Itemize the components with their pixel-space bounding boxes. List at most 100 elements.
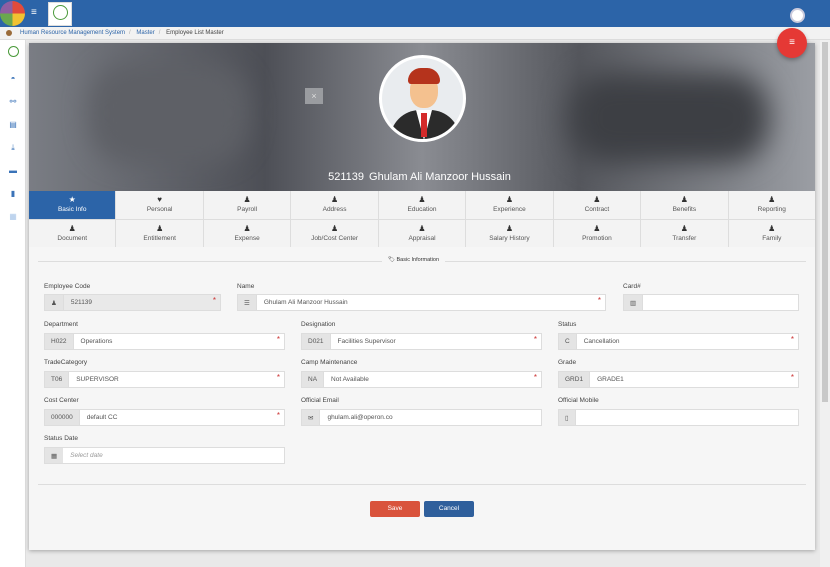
tab-label: Transfer <box>672 234 697 242</box>
designation-code: D021 <box>302 334 331 349</box>
share-icon[interactable]: ⚯ <box>8 98 18 106</box>
tab-label: Personal <box>146 206 173 213</box>
status-date-field[interactable]: ▦ Select date <box>44 447 285 464</box>
tab-label: Experience <box>493 206 526 213</box>
user-icon: ♟ <box>68 223 76 233</box>
top-bar <box>0 0 830 27</box>
heart-icon: ♥ <box>157 195 163 204</box>
name-value: Ghulam Ali Manzoor Hussain <box>263 299 348 306</box>
user-icon: ♟ <box>330 195 339 204</box>
camp-maintenance-field[interactable]: NA Not Available * <box>301 371 542 388</box>
barcode-icon: ▥ <box>624 295 644 310</box>
tab-transfer[interactable]: ♟ Transfer <box>641 219 728 247</box>
mobile-icon: ▯ <box>559 410 576 425</box>
user-icon: ♟ <box>418 195 426 204</box>
breadcrumb: Human Resource Management System / Master… <box>0 27 830 40</box>
official-mobile-field[interactable]: ▯ <box>558 409 799 426</box>
trade-category-value: SUPERVISOR <box>76 376 119 383</box>
tab-appraisal[interactable]: ♟ Appraisal <box>378 219 466 247</box>
grid-icon[interactable]: ▦ <box>8 213 18 221</box>
section-title-text: Basic Information <box>396 257 440 263</box>
menu-icon[interactable]: ≡ <box>777 28 807 58</box>
official-email-value: ghulam.ali@operon.co <box>327 414 393 421</box>
download-icon[interactable]: ⤓ <box>8 144 18 152</box>
tab-label: Address <box>322 206 347 213</box>
employee-code-value: 521139 <box>70 299 93 306</box>
tab-reporting[interactable]: ♟ Reporting <box>728 191 815 219</box>
breadcrumb-master[interactable]: Master <box>136 30 154 36</box>
tab-label: Payroll <box>237 206 258 213</box>
cancel-button[interactable]: Cancel <box>424 501 474 517</box>
tab-family[interactable]: ♟ Family <box>728 219 815 247</box>
tab-contract[interactable]: ♟ Contract <box>553 191 641 219</box>
scrollbar[interactable] <box>820 40 830 567</box>
employee-code-field[interactable]: ♟ 521139 * <box>44 294 221 311</box>
cost-center-code: 000000 <box>45 410 80 425</box>
user-icon: ♟ <box>243 223 251 233</box>
tab-payroll[interactable]: ♟ Payroll <box>203 191 291 219</box>
cost-center-value: default CC <box>86 414 118 421</box>
user-icon: ♟ <box>593 223 601 233</box>
app-logo[interactable] <box>0 1 25 26</box>
trade-category-field[interactable]: T06 SUPERVISOR * <box>44 371 285 388</box>
tab-document[interactable]: ♟ Document <box>29 219 116 247</box>
user-circle-icon[interactable] <box>790 8 805 23</box>
card-icon[interactable]: ▬ <box>8 167 18 175</box>
tab-job-cost-center[interactable]: ♟ Job/Cost Center <box>291 219 378 247</box>
department-field[interactable]: H022 Operations * <box>44 333 285 350</box>
hamburger-icon[interactable]: ≡ <box>31 8 41 18</box>
close-icon[interactable]: × <box>305 88 323 104</box>
trade-category-label: TradeCategory <box>44 359 88 366</box>
user-icon: ♟ <box>418 223 426 233</box>
file-icon[interactable]: ▮ <box>8 190 18 198</box>
brand-icon[interactable] <box>8 46 19 57</box>
tab-promotion[interactable]: ♟ Promotion <box>553 219 641 247</box>
tab-salary-history[interactable]: ♟ Salary History <box>466 219 553 247</box>
camp-maintenance-code: NA <box>302 372 325 387</box>
user-icon: ♟ <box>505 195 514 204</box>
home-icon[interactable] <box>6 30 12 36</box>
dashboard-icon[interactable]: ◓ <box>8 75 18 83</box>
required-mark: * <box>276 411 280 420</box>
save-button[interactable]: Save <box>370 501 420 517</box>
cost-center-label: Cost Center <box>44 397 79 404</box>
list-icon: ☰ <box>238 295 257 310</box>
tab-address[interactable]: ♟ Address <box>291 191 378 219</box>
tab-label: Entitlement <box>143 234 176 242</box>
tab-benefits[interactable]: ♟ Benefits <box>641 191 728 219</box>
department-value: Operations <box>80 338 113 345</box>
scrollbar-thumb[interactable] <box>822 42 828 402</box>
official-email-field[interactable]: ✉ ghulam.ali@operon.co <box>301 409 542 426</box>
required-mark: * <box>533 373 537 382</box>
breadcrumb-hrms[interactable]: Human Resource Management System <box>20 30 125 36</box>
designation-field[interactable]: D021 Facilities Supervisor * <box>301 333 542 350</box>
designation-label: Designation <box>301 321 336 328</box>
grade-value: GRADE1 <box>597 376 624 383</box>
tab-personal[interactable]: ♥ Personal <box>116 191 203 219</box>
tab-label: Education <box>407 206 437 213</box>
tab-expense[interactable]: ♟ Expense <box>203 219 291 247</box>
user-icon: ♟ <box>45 295 64 310</box>
tab-education[interactable]: ♟ Education <box>378 191 466 219</box>
camp-maintenance-label: Camp Maintenance <box>301 359 358 366</box>
status-field[interactable]: C Cancellation * <box>558 333 799 350</box>
document-icon[interactable]: ▤ <box>8 121 18 129</box>
tab-basic-info[interactable]: ★ Basic Info <box>29 191 116 219</box>
tab-label: Salary History <box>489 234 530 242</box>
user-icon: ♟ <box>768 195 776 204</box>
tab-entitlement[interactable]: ♟ Entitlement <box>116 219 203 247</box>
name-field[interactable]: ☰ Ghulam Ali Manzoor Hussain * <box>237 294 606 311</box>
employee-name: Ghulam Ali Manzoor Hussain <box>369 171 511 183</box>
avatar[interactable] <box>379 55 466 142</box>
required-mark: * <box>597 296 601 305</box>
card-label: Card# <box>623 283 641 290</box>
required-mark: * <box>276 335 280 344</box>
grade-field[interactable]: GRD1 GRADE1 * <box>558 371 799 388</box>
tab-label: Family <box>762 234 782 242</box>
card-field[interactable]: ▥ <box>623 294 799 311</box>
employee-card: × 521139 Ghulam Ali Manzoor Hussain ★ Basi… <box>29 43 815 550</box>
camp-maintenance-value: Not Available <box>331 376 369 383</box>
cost-center-field[interactable]: 000000 default CC * <box>44 409 285 426</box>
tab-experience[interactable]: ♟ Experience <box>466 191 553 219</box>
profile-banner: × 521139 Ghulam Ali Manzoor Hussain <box>29 43 815 191</box>
